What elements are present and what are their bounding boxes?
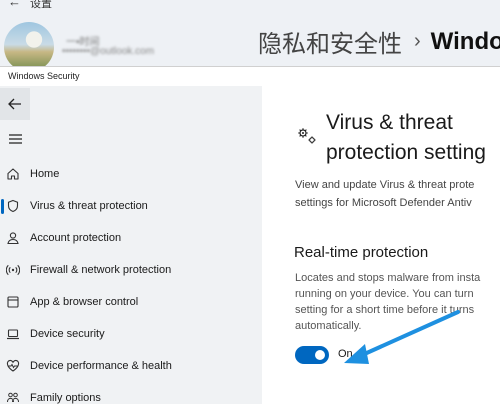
sidebar-item-label: Home (30, 168, 60, 180)
breadcrumb: 隐私和安全性 › Windo (258, 24, 500, 59)
sidebar-item-home[interactable]: Home (0, 160, 262, 188)
sidebar-item-device-performance-health[interactable]: Device performance & health (0, 352, 262, 380)
realtime-description-line-3: setting for a short time before it turns (295, 304, 475, 316)
background-settings-window: ← 设置 一•时间 ••••••••@outlook.com 隐私和安全性 › … (0, 0, 500, 66)
title-bar[interactable]: Windows Security (0, 66, 500, 86)
toggle-state-label: On (338, 348, 353, 360)
breadcrumb-parent[interactable]: 隐私和安全性 (258, 24, 402, 59)
window-title: Windows Security (8, 71, 80, 81)
realtime-protection-title: Real-time protection (294, 244, 429, 261)
sidebar-item-device-security[interactable]: Device security (0, 320, 262, 348)
hamburger-menu-icon (8, 134, 22, 144)
home-icon (5, 166, 21, 182)
sidebar-item-label: Firewall & network protection (30, 264, 172, 276)
page-description-line-2: settings for Microsoft Defender Antiv (295, 197, 472, 209)
realtime-description-line-4: automatically. (295, 320, 362, 332)
sidebar-item-label: Device security (30, 328, 105, 340)
page-title: Virus & threat protection setting (326, 108, 500, 168)
back-arrow-icon (8, 98, 21, 110)
user-email: ••••••••@outlook.com (62, 46, 155, 57)
wifi-signal-icon (5, 262, 21, 278)
page-description: View and update Virus & threat prote set… (295, 176, 500, 212)
sidebar-item-app-browser-control[interactable]: App & browser control (0, 288, 262, 316)
sidebar-item-label: Device performance & health (30, 360, 172, 372)
realtime-protection-description: Locates and stops malware from insta run… (295, 270, 500, 334)
page-description-line-1: View and update Virus & threat prote (295, 179, 475, 191)
laptop-icon (5, 326, 21, 342)
sidebar-item-label: Virus & threat protection (30, 200, 148, 212)
toggle-knob (315, 350, 325, 360)
sidebar-item-virus-threat-protection[interactable]: Virus & threat protection (0, 192, 262, 220)
gear-icon (298, 128, 316, 144)
sidebar-item-family-options[interactable]: Family options (0, 384, 262, 404)
sidebar-item-account-protection[interactable]: Account protection (0, 224, 262, 252)
sidebar: Home Virus & threat protection Account p… (0, 86, 262, 404)
sidebar-item-label: Account protection (30, 232, 122, 244)
family-icon (5, 390, 21, 404)
windows-security-window: Windows Security Home Virus & threat pro… (0, 66, 500, 404)
shield-icon (5, 198, 21, 214)
realtime-protection-toggle[interactable] (295, 346, 329, 364)
page-title-line-1: Virus & threat (326, 111, 453, 134)
menu-button[interactable] (2, 128, 28, 150)
main-content: Virus & threat protection setting View a… (262, 86, 500, 404)
app-window-icon (5, 294, 21, 310)
sidebar-item-label: App & browser control (30, 296, 139, 308)
heart-pulse-icon (5, 358, 21, 374)
sidebar-item-firewall-network-protection[interactable]: Firewall & network protection (0, 256, 262, 284)
avatar[interactable] (4, 22, 54, 66)
realtime-description-line-2: running on your device. You can turn (295, 288, 474, 300)
back-button[interactable] (0, 88, 30, 120)
sidebar-item-label: Family options (30, 392, 101, 404)
realtime-description-line-1: Locates and stops malware from insta (295, 272, 481, 284)
person-icon (5, 230, 21, 246)
breadcrumb-separator: › (414, 30, 421, 52)
settings-title: 设置 (30, 0, 52, 10)
breadcrumb-current: Windo (430, 27, 500, 55)
page-title-line-2: protection setting (326, 141, 486, 164)
settings-back-button[interactable]: ← (8, 0, 21, 9)
active-indicator (1, 199, 4, 214)
